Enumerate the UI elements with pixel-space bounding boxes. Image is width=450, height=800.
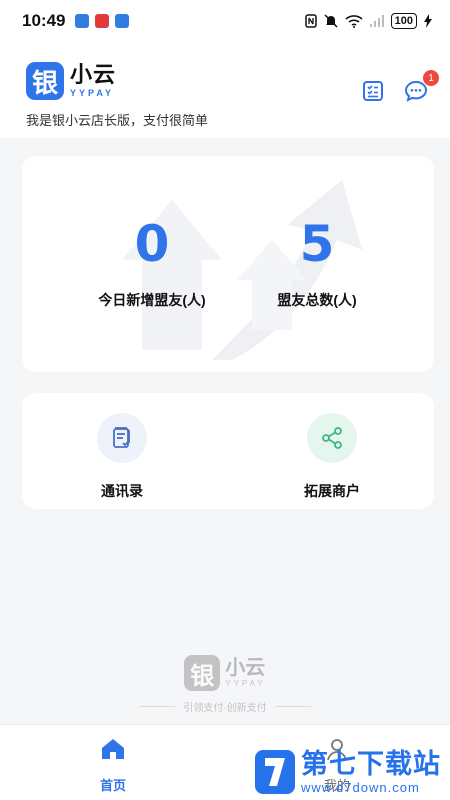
stat-label: 盟友总数(人) (277, 292, 357, 308)
share-icon-circle (307, 413, 357, 463)
mute-bell-icon (324, 14, 338, 28)
contacts-action[interactable]: 通讯录 (62, 413, 182, 501)
stat-today-new: 0 今日新增盟友(人) (72, 216, 232, 310)
logo-subtitle: YYPAY (70, 88, 115, 98)
message-count-badge: 1 (423, 70, 439, 86)
footer-logo: 银 小云 YYPAY 引领支付·创新支付 (0, 655, 450, 714)
notification-app-icon (115, 14, 130, 28)
watermark-text: 第七下载站 www.d7down.com (301, 748, 441, 795)
status-right: 100 (304, 13, 432, 29)
footer-logo-row: 银 小云 YYPAY (184, 655, 266, 691)
charging-icon (424, 14, 432, 28)
signal-icon (369, 15, 384, 27)
watermark-url: www.d7down.com (301, 779, 420, 795)
wifi-icon (345, 15, 363, 28)
home-icon-wrap (73, 735, 153, 763)
home-icon (102, 739, 124, 759)
share-icon (322, 427, 342, 449)
contacts-icon-circle (97, 413, 147, 463)
tagline: 我是银小云店长版，支付很简单 (26, 113, 209, 128)
site-watermark: 第七下载站 www.d7down.com (255, 747, 450, 797)
battery-indicator: 100 (390, 13, 417, 29)
messages-button[interactable]: 1 (403, 70, 439, 104)
tab-home[interactable]: 首页 (73, 735, 153, 794)
stats-card: 0 今日新增盟友(人) 5 盟友总数(人) (22, 156, 434, 372)
slogan-row: 引领支付·创新支付 (0, 699, 450, 714)
slogan: 引领支付·创新支付 (183, 703, 267, 714)
checklist-icon (363, 81, 383, 101)
tab-label: 首页 (99, 778, 126, 793)
stat-value: 5 (299, 215, 335, 273)
notification-app-icon (95, 14, 110, 28)
action-label: 拓展商户 (304, 483, 360, 499)
nfc-icon (304, 14, 317, 28)
divider (139, 706, 176, 707)
footer-logo-text: 小云 YYPAY (225, 658, 266, 688)
status-left: 10:49 (22, 11, 130, 31)
divider (274, 706, 311, 707)
notification-app-icon (75, 14, 90, 28)
watermark-title: 第七下载站 (301, 748, 441, 779)
status-bar: 10:49 100 (0, 0, 450, 42)
actions-card: 通讯录 拓展商户 (22, 393, 434, 509)
footer-logo-name: 小云 (225, 657, 266, 679)
logo-name: 小云 (70, 62, 117, 87)
status-time: 10:49 (22, 11, 66, 30)
footer-logo-subtitle: YYPAY (225, 679, 266, 688)
contacts-icon (113, 427, 130, 448)
action-label: 通讯录 (101, 483, 143, 499)
app-logo: 银 小云 YYPAY (26, 62, 116, 100)
logo-text: 小云 YYPAY (70, 64, 116, 98)
checklist-button[interactable] (360, 78, 386, 104)
stat-total: 5 盟友总数(人) (237, 216, 397, 310)
stat-label: 今日新增盟友(人) (98, 292, 206, 308)
watermark-logo-icon (255, 750, 295, 794)
app-header: 银 小云 YYPAY 我是银小云店长版，支付很简单 1 (0, 42, 450, 138)
stat-value: 0 (134, 215, 170, 273)
expand-merchants-action[interactable]: 拓展商户 (272, 413, 392, 501)
footer-logo-mark: 银 (184, 655, 221, 691)
logo-mark: 银 (26, 62, 64, 100)
